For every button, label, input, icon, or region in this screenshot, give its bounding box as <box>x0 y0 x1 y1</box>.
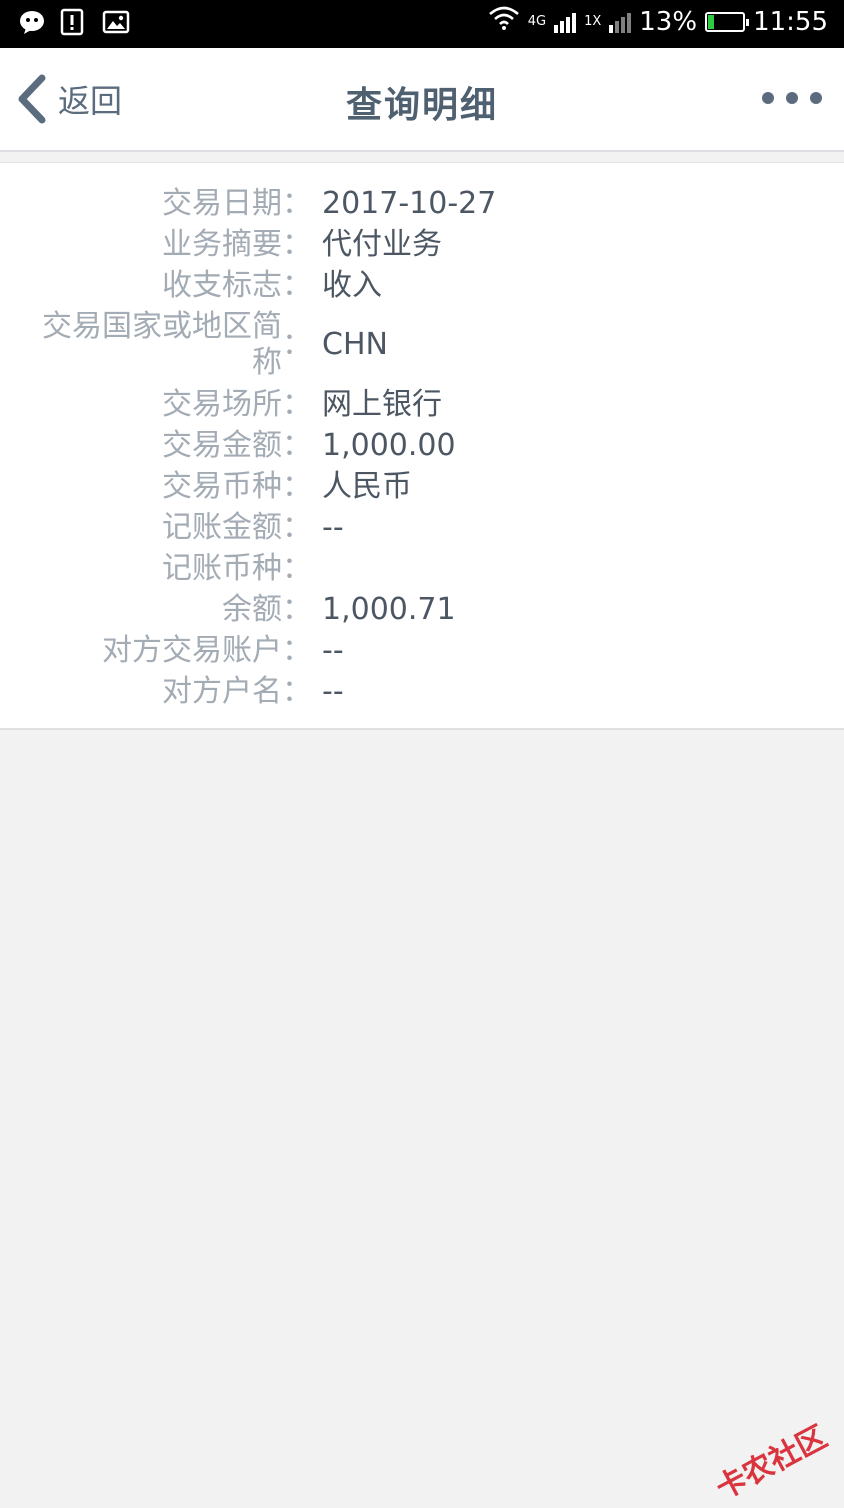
detail-value: 网上银行 <box>322 386 442 422</box>
detail-value: 2017-10-27 <box>322 185 497 221</box>
detail-label: 对方户名 <box>162 673 282 709</box>
detail-colon: ： <box>282 267 312 303</box>
alert-icon <box>60 8 88 36</box>
detail-colon: ： <box>282 327 312 362</box>
wechat-icon <box>18 8 46 36</box>
transaction-detail-card: 交易日期 ： 2017-10-27 业务摘要 ： 代付业务 收支标志 ： 收入 … <box>0 162 844 730</box>
detail-label: 收支标志 <box>162 267 282 303</box>
watermark-logo: 卡农社区 <box>707 1412 834 1507</box>
detail-label: 业务摘要 <box>162 226 282 262</box>
battery-percent: 13% <box>639 6 698 37</box>
wifi-icon <box>488 6 520 37</box>
detail-label: 交易场所 <box>162 386 282 422</box>
detail-label: 余额 <box>222 591 282 627</box>
detail-value: CHN <box>322 327 388 362</box>
detail-row-transaction-amount: 交易金额 ： 1,000.00 <box>0 425 844 466</box>
dot-icon <box>810 92 822 104</box>
dot-icon <box>762 92 774 104</box>
detail-value: 1,000.00 <box>322 427 456 463</box>
watermark-text: 卡农社区 <box>710 1419 833 1507</box>
detail-colon: ： <box>282 673 312 709</box>
header-bar: 返回 查询明细 <box>0 48 844 152</box>
more-options-button[interactable] <box>762 92 822 104</box>
detail-colon: ： <box>282 632 312 668</box>
detail-row-balance: 余额 ： 1,000.71 <box>0 589 844 630</box>
detail-colon: ： <box>282 550 312 586</box>
battery-icon <box>705 11 750 32</box>
status-bar: 4G 1X 13% 11:55 <box>0 0 844 48</box>
detail-value: 人民币 <box>322 468 412 504</box>
detail-value: -- <box>322 673 344 709</box>
signal-1x-icon <box>609 11 632 33</box>
dot-icon <box>786 92 798 104</box>
detail-row-booked-amount: 记账金额 ： -- <box>0 507 844 548</box>
detail-value: 1,000.71 <box>322 591 456 627</box>
detail-value: -- <box>322 509 344 545</box>
page-title: 查询明细 <box>345 85 498 126</box>
detail-colon: ： <box>282 509 312 545</box>
detail-row-country-code: 交易国家或地区简称 ： CHN <box>0 306 844 384</box>
network-4g-label: 4G <box>527 14 547 29</box>
detail-value: 代付业务 <box>322 226 442 262</box>
detail-colon: ： <box>282 591 312 627</box>
detail-label: 记账币种 <box>162 550 282 586</box>
detail-label: 对方交易账户 <box>102 632 282 668</box>
detail-colon: ： <box>282 468 312 504</box>
detail-colon: ： <box>282 226 312 262</box>
detail-row-booked-currency: 记账币种 ： <box>0 548 844 589</box>
network-1x-label: 1X <box>584 14 602 29</box>
detail-row-business-summary: 业务摘要 ： 代付业务 <box>0 224 844 265</box>
detail-row-counterparty-account: 对方交易账户 ： -- <box>0 630 844 671</box>
detail-row-income-expense-flag: 收支标志 ： 收入 <box>0 265 844 306</box>
detail-row-transaction-date: 交易日期 ： 2017-10-27 <box>0 183 844 224</box>
detail-label: 交易日期 <box>162 185 282 221</box>
image-icon <box>102 8 130 36</box>
detail-row-transaction-venue: 交易场所 ： 网上银行 <box>0 384 844 425</box>
detail-colon: ： <box>282 386 312 422</box>
detail-colon: ： <box>282 427 312 463</box>
detail-label: 记账金额 <box>162 509 282 545</box>
clock: 11:55 <box>753 6 828 37</box>
detail-value: -- <box>322 632 344 668</box>
status-bar-system: 4G 1X 13% 11:55 <box>488 6 828 37</box>
signal-4g-icon <box>554 11 577 33</box>
detail-row-counterparty-name: 对方户名 ： -- <box>0 671 844 712</box>
status-bar-notifications <box>18 8 130 36</box>
detail-row-transaction-currency: 交易币种 ： 人民币 <box>0 466 844 507</box>
detail-label: 交易金额 <box>162 427 282 463</box>
detail-colon: ： <box>282 185 312 221</box>
detail-label: 交易币种 <box>162 468 282 504</box>
detail-value: 收入 <box>322 267 382 303</box>
detail-label: 交易国家或地区简称 <box>42 309 282 380</box>
